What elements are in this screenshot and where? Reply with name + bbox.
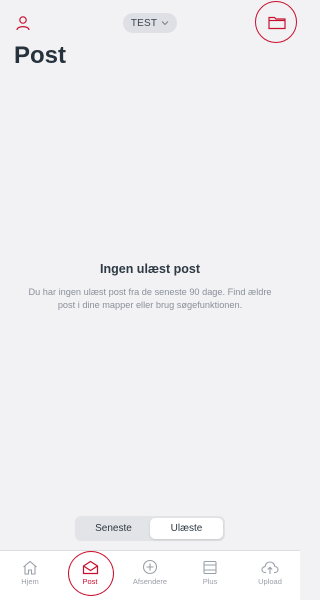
folder-icon [268, 16, 286, 29]
empty-state-title: Ingen ulæst post [100, 262, 200, 276]
environment-selector[interactable]: TEST [123, 13, 177, 33]
segment-seneste[interactable]: Seneste [77, 518, 150, 539]
tab-hjem[interactable]: Hjem [0, 551, 60, 600]
filter-segmented-control: Seneste Ulæste [75, 516, 225, 541]
empty-state-message: Du har ingen ulæst post fra de seneste 9… [28, 287, 272, 311]
tab-label-plus: Plus [202, 577, 218, 586]
top-bar: TEST [0, 0, 300, 44]
mail-icon [81, 559, 99, 575]
chevron-down-icon [161, 21, 169, 26]
add-circle-icon [141, 559, 159, 575]
tab-post[interactable]: Post [60, 551, 120, 600]
page-title: Post [14, 42, 67, 69]
tab-label-post: Post [82, 577, 98, 586]
cloud-upload-icon [261, 559, 279, 575]
tab-bar: Hjem Post Afsendere Plus Upload [0, 550, 300, 600]
environment-label: TEST [130, 17, 158, 29]
empty-state: Ingen ulæst post Du har ingen ulæst post… [20, 262, 280, 313]
tab-afsendere[interactable]: Afsendere [120, 551, 180, 600]
profile-button[interactable] [12, 12, 34, 34]
tab-label-hjem: Hjem [21, 577, 39, 586]
folders-button[interactable] [264, 11, 290, 33]
tab-label-afsendere: Afsendere [132, 577, 168, 586]
tab-plus[interactable]: Plus [180, 551, 240, 600]
person-icon [16, 16, 30, 31]
home-icon [21, 559, 39, 575]
tab-label-upload: Upload [258, 577, 282, 586]
segment-ulaeste[interactable]: Ulæste [150, 518, 223, 539]
tab-upload[interactable]: Upload [240, 551, 300, 600]
tray-icon [201, 559, 219, 575]
